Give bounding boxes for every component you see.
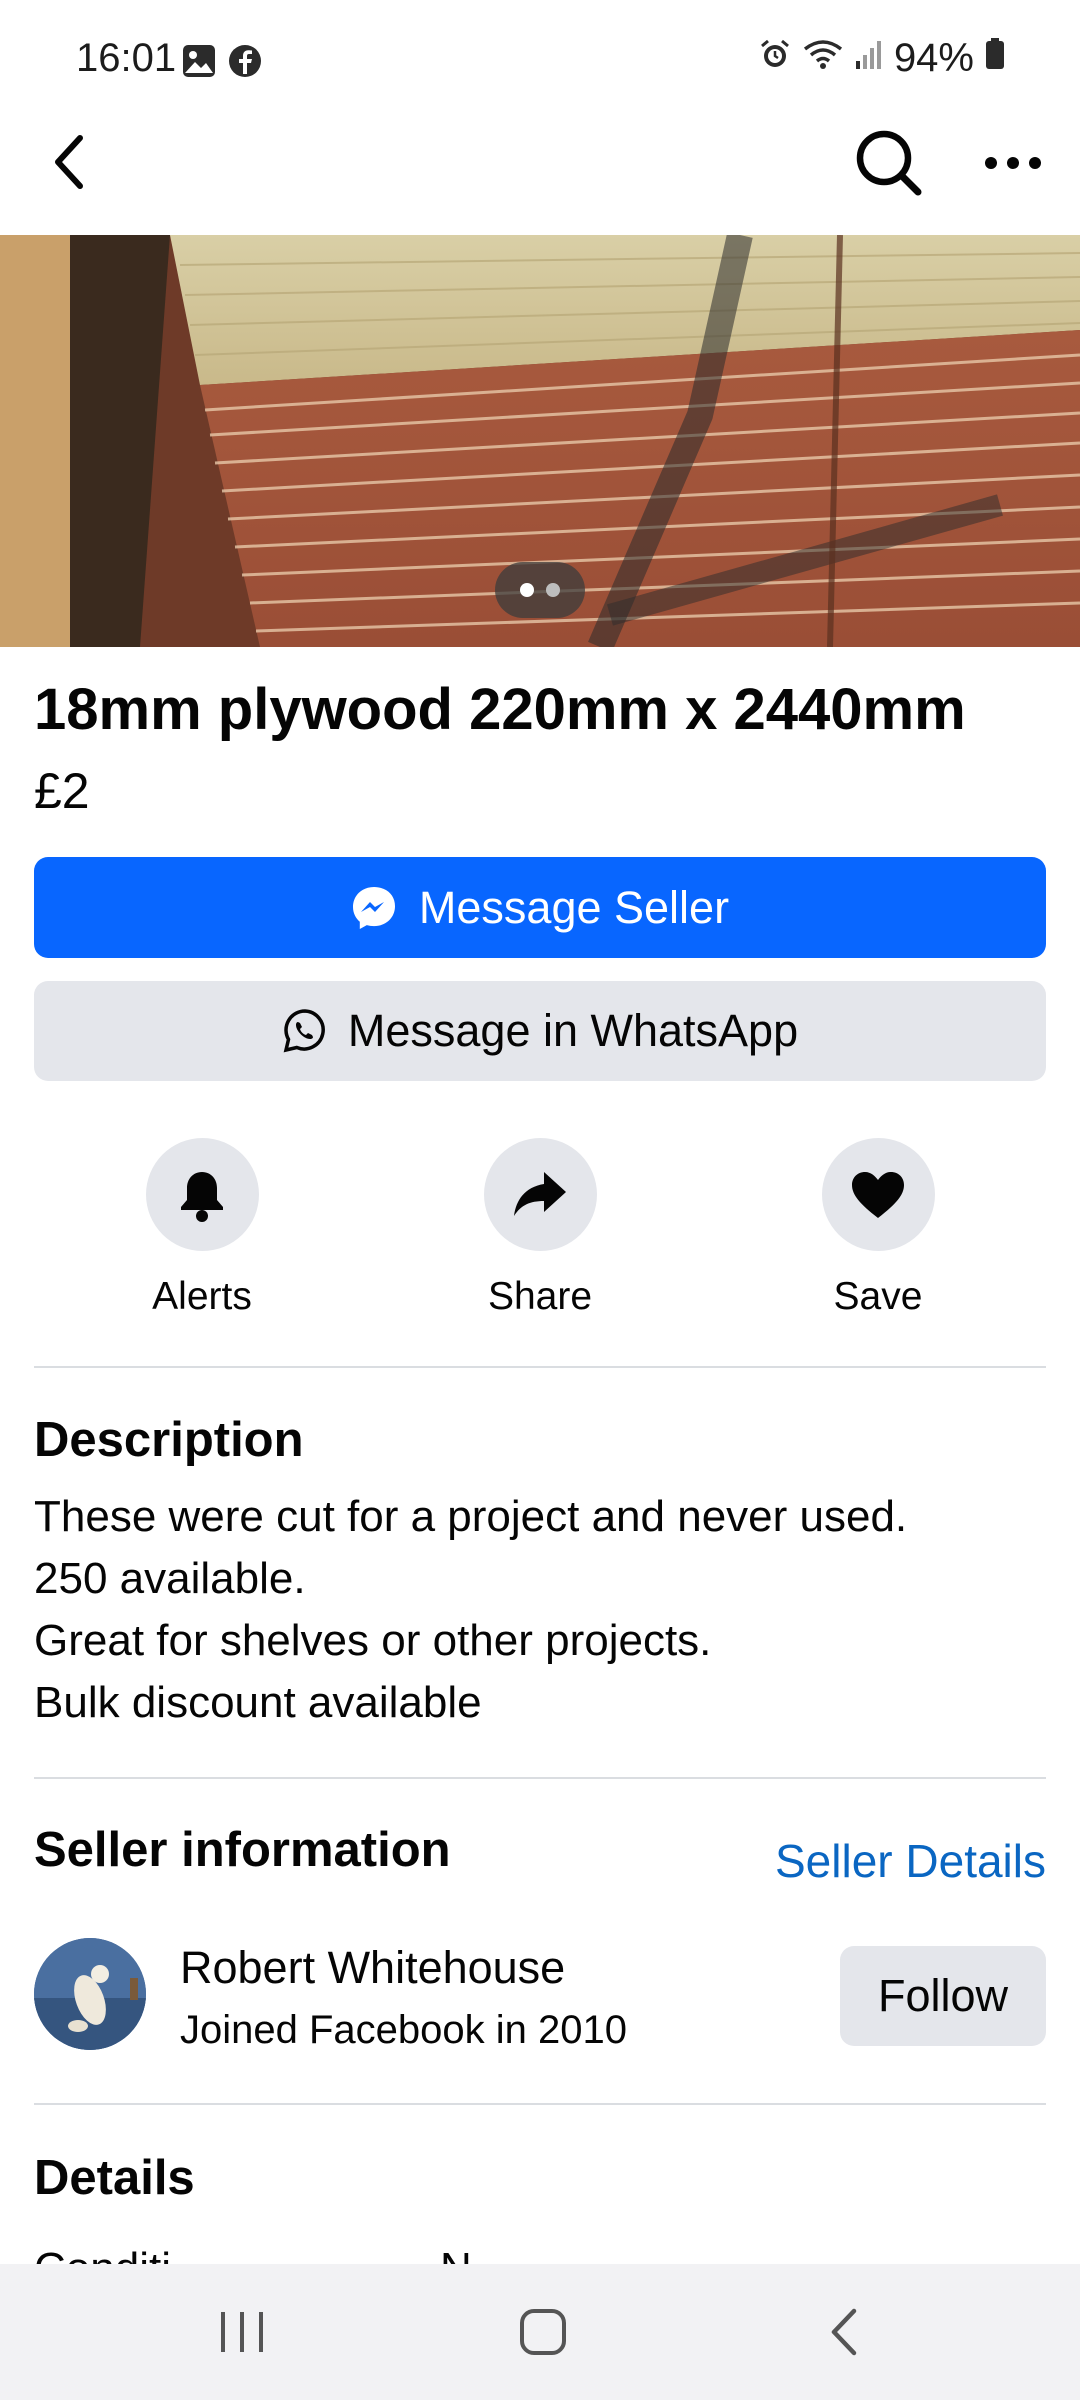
status-right-group: 94% [758, 36, 1006, 81]
description-line: These were cut for a project and never u… [34, 1492, 908, 1541]
message-seller-button[interactable]: Message Seller [34, 857, 1046, 958]
more-options-button[interactable] [975, 124, 1051, 202]
back-button[interactable] [36, 128, 104, 196]
message-whatsapp-button[interactable]: Message in WhatsApp [34, 981, 1046, 1081]
recents-icon [221, 2312, 263, 2352]
status-bar: 16:01 94% [0, 0, 1080, 120]
status-time: 16:01 [76, 36, 177, 80]
image-pager [495, 562, 585, 618]
listing-photo[interactable] [0, 235, 1080, 647]
description-line: Great for shelves or other projects. [34, 1616, 712, 1665]
seller-info-heading: Seller information [34, 1823, 451, 1877]
listing-price: £2 [34, 763, 90, 819]
description-line: Bulk discount available [34, 1678, 482, 1727]
facebook-icon [228, 44, 262, 83]
system-navigation-bar [0, 2264, 1080, 2400]
action-row: Alerts Share Save [0, 1138, 1080, 1318]
details-condition-label: Conditi [34, 2244, 171, 2264]
status-notification-icons [182, 44, 262, 83]
save-label: Save [833, 1275, 923, 1318]
divider [34, 2103, 1046, 2105]
save-button[interactable] [821, 1138, 935, 1251]
seller-joined-text: Joined Facebook in 2010 [180, 2008, 627, 2052]
battery-percent: 94% [893, 36, 974, 80]
message-whatsapp-label: Message in WhatsApp [347, 1005, 799, 1056]
wifi-icon [802, 36, 844, 81]
messenger-icon [352, 886, 395, 929]
gallery-icon [182, 44, 216, 83]
alarm-icon [758, 36, 792, 81]
details-condition-value: N [440, 2244, 472, 2264]
more-dots-icon [985, 157, 1041, 169]
back-arrow-icon [55, 135, 83, 189]
share-action[interactable]: Share [430, 1138, 650, 1319]
alerts-action[interactable]: Alerts [92, 1138, 312, 1319]
seller-avatar[interactable] [34, 1938, 146, 2050]
home-button[interactable] [443, 2264, 643, 2400]
listing-title: 18mm plywood 220mm x 2440mm [34, 677, 966, 742]
avatar-photo [34, 1938, 146, 2050]
home-icon [520, 2309, 566, 2355]
signal-icon [854, 36, 884, 81]
whatsapp-icon [283, 1009, 325, 1053]
details-heading: Details [34, 2151, 195, 2205]
top-app-bar [0, 120, 1080, 235]
seller-name[interactable]: Robert Whitehouse [180, 1942, 565, 1994]
heart-icon [852, 1171, 904, 1218]
follow-button[interactable]: Follow [840, 1946, 1046, 2046]
divider [34, 1366, 1046, 1368]
pager-dot-active [520, 583, 534, 597]
bell-icon [181, 1171, 223, 1222]
share-label: Share [487, 1275, 593, 1318]
search-button[interactable] [850, 124, 928, 202]
recents-button[interactable] [142, 2264, 342, 2400]
description-heading: Description [34, 1413, 304, 1467]
search-icon [856, 130, 922, 196]
system-back-icon [831, 2308, 857, 2356]
seller-details-link[interactable]: Seller Details [775, 1834, 1046, 1888]
details-partial-row: Conditi N [34, 2236, 1046, 2264]
share-button[interactable] [483, 1138, 597, 1251]
system-back-button[interactable] [745, 2264, 945, 2400]
alerts-button[interactable] [145, 1138, 259, 1251]
save-action[interactable]: Save [768, 1138, 988, 1319]
battery-icon [984, 36, 1006, 81]
pager-dot [546, 583, 560, 597]
description-line: 250 available. [34, 1554, 306, 1603]
description-text: These were cut for a project and never u… [34, 1486, 1046, 1734]
share-icon [514, 1171, 566, 1216]
divider [34, 1777, 1046, 1779]
message-seller-label: Message Seller [418, 881, 730, 933]
alerts-label: Alerts [152, 1275, 252, 1318]
